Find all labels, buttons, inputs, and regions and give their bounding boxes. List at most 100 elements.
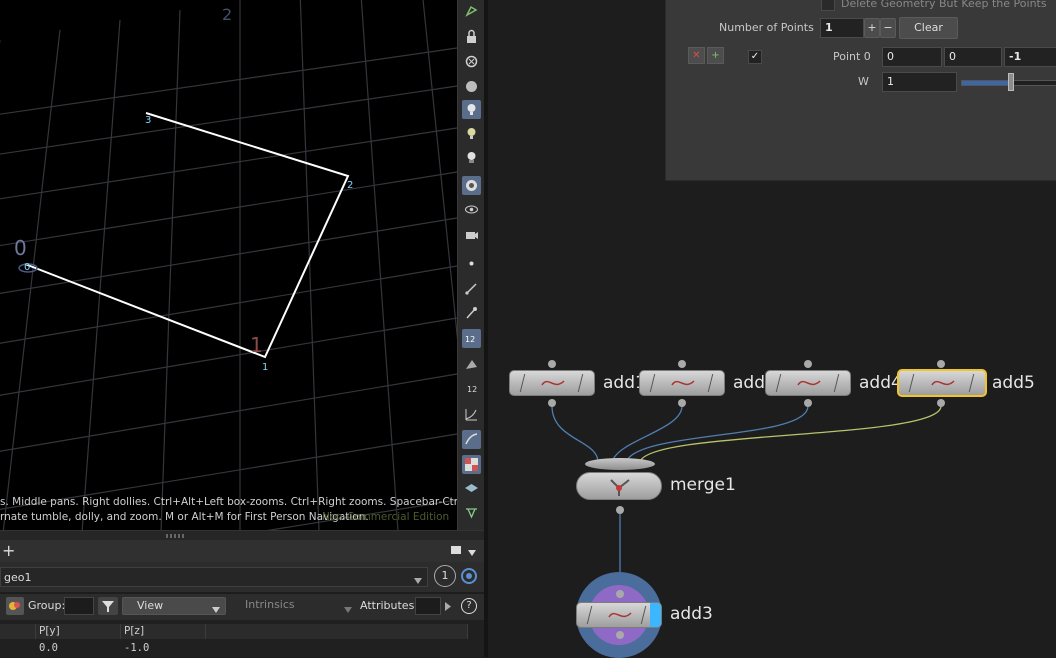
node-label-add5[interactable]: add5 [992,373,1035,393]
number-of-points-field[interactable]: 1 [820,18,864,38]
viewport-hint-line2: rnate tumble, dolly, and zoom. M or Alt+… [0,511,369,523]
merge1-input-bar[interactable] [585,458,655,470]
view-menu-arrow-icon [212,603,220,616]
origin-label-0: 0 [14,236,27,260]
clear-button[interactable]: Clear [899,17,958,39]
node-label-merge1[interactable]: merge1 [670,475,736,495]
color-attrib-icon[interactable] [6,597,24,615]
merge1-output-dot[interactable] [616,506,624,514]
path-bar: geo1 1 [0,562,484,592]
intrinsics-arrow-icon [344,603,352,616]
add-point-button[interactable]: + [864,18,880,38]
display-flag-icon[interactable] [650,603,661,627]
delete-geometry-label: Delete Geometry But Keep the Points [841,0,1047,10]
guide-curve-icon[interactable] [462,430,481,449]
add1-output-dot[interactable] [548,399,556,407]
layers-icon[interactable] [462,480,481,499]
headlight-icon[interactable] [462,100,481,119]
split-grip[interactable] [166,534,186,538]
checker-display-icon[interactable] [462,455,481,474]
path-dropdown-icon[interactable] [414,574,422,587]
add-sop-icon [931,380,955,386]
add4-output-dot[interactable] [804,399,812,407]
add2-input-dot[interactable] [678,360,686,368]
node-label-add2[interactable]: add [733,373,765,393]
column-header-py[interactable]: P[y] [36,624,121,639]
pane-menu-icon[interactable] [468,546,476,559]
attributes-arrow-icon[interactable] [445,601,451,614]
point0-label: Point 0 [833,50,871,63]
number-of-points-label: Number of Points [719,21,814,34]
normals-icon[interactable] [462,279,481,298]
attributes-field[interactable] [415,597,441,615]
w-field[interactable]: 1 [882,72,957,92]
filter-icon[interactable] [98,597,118,615]
point0-z-field[interactable]: -1 [1004,47,1056,67]
attributes-label: Attributes: [360,599,419,612]
node-add1[interactable] [509,370,595,396]
add4-input-dot[interactable] [804,360,812,368]
lock-icon[interactable] [462,27,481,46]
node-add3[interactable] [576,602,662,628]
maximize-pane-icon[interactable] [451,546,461,554]
node-label-add3[interactable]: add3 [670,604,713,624]
collapse-down-icon[interactable] [202,534,208,544]
add-tab-icon[interactable]: + [2,543,15,559]
add-sop-icon [797,380,821,386]
remove-point-button[interactable]: − [880,18,896,38]
spreadsheet-table: P[y] P[z] 0.0 -1.0 [0,620,484,657]
node-path-field[interactable]: geo1 [0,567,428,587]
node-merge1[interactable] [576,472,662,500]
shading-icon[interactable] [462,77,481,96]
parameter-panel: Delete Geometry But Keep the Points Numb… [665,0,1056,181]
column-header-pz[interactable]: P[z] [121,624,206,639]
remove-multiparm-icon[interactable]: ✕ [688,47,705,64]
insert-multiparm-icon[interactable]: + [707,47,724,64]
visibility-icon[interactable] [462,200,481,219]
add3-input-dot[interactable] [616,590,624,598]
add5-input-dot[interactable] [937,360,945,368]
prim-normals-icon[interactable] [462,303,481,322]
home-icon[interactable] [462,2,481,21]
point0-y-field[interactable]: 0 [944,47,1002,67]
column-header-blank [0,624,36,639]
node-label-add4[interactable]: add4 [859,373,902,393]
point-enable-checkbox[interactable]: ✓ [748,50,762,64]
viewport-hint-line1: s. Middle pans. Right dollies. Ctrl+Alt+… [0,496,457,508]
light-icon[interactable] [462,124,481,143]
prim-numbers-icon[interactable]: 12 [462,379,481,398]
camera-icon[interactable] [462,225,481,244]
intrinsics-menu[interactable]: Intrinsics [236,597,356,615]
axis-label-1: 1 [250,333,263,357]
add5-output-dot[interactable] [937,399,945,407]
pin-pane-button[interactable]: 1 [434,565,456,587]
help-button[interactable]: ? [461,598,477,614]
point-numbers-icon[interactable]: 12 [462,329,481,348]
group-label: Group: [28,599,66,612]
axis-label-2: 2 [222,5,232,24]
point-display-icon[interactable] [462,254,481,273]
add2-output-dot[interactable] [678,399,686,407]
group-field[interactable] [64,597,94,615]
delete-geometry-checkbox[interactable] [821,0,835,11]
node-add5[interactable] [897,369,987,397]
uv-display-icon[interactable] [462,355,481,374]
node-add2[interactable] [639,370,725,396]
viewport-grid: 0 1 2 0 1 2 3 [0,0,457,530]
node-add4[interactable] [765,370,851,396]
table-cell-py: 0.0 [39,642,58,654]
collapse-up-icon[interactable] [140,534,146,544]
scene-viewport[interactable]: 0 1 2 0 1 2 3 s. Middle pans. Right doll… [0,0,457,530]
add1-input-dot[interactable] [548,360,556,368]
more-tools-icon[interactable] [462,503,481,522]
w-slider-fill [962,81,1012,85]
point0-x-field[interactable]: 0 [882,47,942,67]
shadow-light-icon[interactable] [462,148,481,167]
background-icon[interactable] [462,176,481,195]
view-menu[interactable]: View [122,597,226,615]
link-icon[interactable] [461,568,477,584]
profile-curve-icon[interactable] [462,405,481,424]
w-slider-handle[interactable] [1008,73,1014,91]
add3-output-dot[interactable] [616,631,624,639]
ghost-icon[interactable] [462,52,481,71]
